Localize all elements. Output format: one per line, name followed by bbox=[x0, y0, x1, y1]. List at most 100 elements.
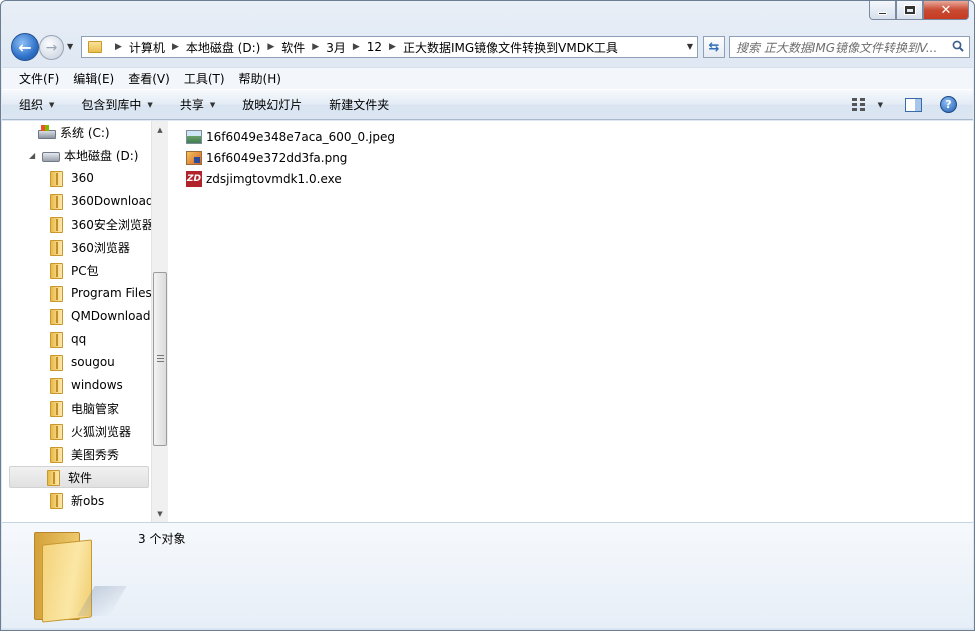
folder-icon bbox=[50, 239, 63, 256]
maximize-button[interactable] bbox=[896, 1, 923, 20]
tree-item-label: 软件 bbox=[68, 470, 93, 485]
recent-pages-dropdown[interactable]: ▼ bbox=[67, 42, 73, 51]
details-pane: 3 个对象 bbox=[2, 522, 973, 628]
scrollbar-thumb[interactable] bbox=[153, 272, 167, 446]
menu-help[interactable]: 帮助(H) bbox=[232, 70, 288, 87]
tree-item-folder[interactable]: PC包 bbox=[50, 259, 99, 281]
file-item-png[interactable]: 16f6049e372dd3fa.png bbox=[186, 147, 395, 168]
folder-icon bbox=[50, 331, 63, 348]
change-view-icon[interactable] bbox=[851, 97, 868, 112]
chevron-right-icon[interactable]: ▶ bbox=[172, 42, 179, 52]
share-label: 共享 bbox=[179, 98, 204, 112]
tree-item-label: 美图秀秀 bbox=[71, 447, 120, 462]
close-button[interactable]: ✕ bbox=[923, 1, 969, 20]
folder-icon bbox=[50, 308, 63, 325]
maximize-icon bbox=[904, 6, 915, 14]
breadcrumb-march[interactable]: 3月 bbox=[326, 39, 346, 56]
tree-item-label: Program Files bbox=[71, 286, 151, 300]
help-icon[interactable]: ? bbox=[940, 96, 957, 113]
tree-item-label: QMDownload bbox=[71, 309, 151, 323]
expanded-arrow-icon[interactable]: ◢ bbox=[29, 151, 37, 160]
tree-item-folder[interactable]: 美图秀秀 bbox=[50, 443, 119, 465]
tree-item-folder[interactable]: 360Download bbox=[50, 190, 151, 212]
tree-item-label: 本地磁盘 (D:) bbox=[64, 148, 139, 163]
address-bar[interactable]: ▶ 计算机 ▶ 本地磁盘 (D:) ▶ 软件 ▶ 3月 ▶ 12 ▶ 正大数据I… bbox=[81, 36, 698, 58]
tree-item-label: 360 bbox=[71, 171, 94, 185]
search-icon[interactable] bbox=[952, 40, 964, 52]
back-button[interactable]: ← bbox=[11, 33, 39, 61]
breadcrumb-current-folder[interactable]: 正大数据IMG镜像文件转换到VMDK工具 bbox=[403, 39, 618, 56]
tree-item-label: 系统 (C:) bbox=[60, 125, 110, 140]
address-dropdown[interactable]: ▼ bbox=[687, 42, 693, 51]
view-options-dropdown[interactable]: ▼ bbox=[878, 101, 883, 109]
tree-item-label: 电脑管家 bbox=[71, 401, 120, 416]
breadcrumb-software[interactable]: 软件 bbox=[281, 39, 305, 56]
minimize-button[interactable] bbox=[869, 1, 896, 20]
exe-icon: ZD bbox=[186, 170, 202, 187]
tree-item-label: 360安全浏览器 bbox=[71, 217, 151, 232]
command-bar: 组织 ▼ 包含到库中 ▼ 共享 ▼ 放映幻灯片 新建文件夹 ▼ ? bbox=[2, 89, 973, 120]
breadcrumb-12[interactable]: 12 bbox=[367, 40, 382, 54]
dropdown-arrow-icon: ▼ bbox=[147, 100, 153, 109]
file-item-jpeg[interactable]: 16f6049e348e7aca_600_0.jpeg bbox=[186, 126, 395, 147]
menu-edit[interactable]: 编辑(E) bbox=[66, 70, 121, 87]
organize-button[interactable]: 组织 ▼ bbox=[19, 96, 54, 113]
tree-item-folder[interactable]: 火狐浏览器 bbox=[50, 420, 131, 442]
tree-item-folder[interactable]: windows bbox=[50, 374, 123, 396]
navigation-bar: ← → ▼ ▶ 计算机 ▶ 本地磁盘 (D:) ▶ 软件 ▶ 3月 ▶ 12 ▶… bbox=[9, 33, 970, 61]
forward-button[interactable]: → bbox=[39, 35, 64, 60]
breadcrumb-computer[interactable]: 计算机 bbox=[129, 39, 165, 56]
tree-item-folder[interactable]: 电脑管家 bbox=[50, 397, 119, 419]
scroll-up-arrow-icon[interactable]: ▲ bbox=[152, 121, 168, 138]
menu-view[interactable]: 查看(V) bbox=[121, 70, 177, 87]
tree-item-folder[interactable]: 360安全浏览器 bbox=[50, 213, 151, 235]
menu-file[interactable]: 文件(F) bbox=[12, 70, 66, 87]
tree-item-folder[interactable]: 新obs bbox=[50, 489, 104, 511]
tree-item-folder[interactable]: sougou bbox=[50, 351, 115, 373]
tree-item-label: 火狐浏览器 bbox=[71, 424, 132, 439]
tree-item-folder[interactable]: Program Files bbox=[50, 282, 151, 304]
breadcrumb-drive-d[interactable]: 本地磁盘 (D:) bbox=[186, 39, 260, 56]
chevron-right-icon[interactable]: ▶ bbox=[353, 42, 360, 52]
refresh-button[interactable]: ⇆ bbox=[703, 36, 725, 58]
folder-icon bbox=[50, 170, 63, 187]
file-item-exe[interactable]: ZD zdsjimgtovmdk1.0.exe bbox=[186, 168, 395, 189]
chevron-right-icon[interactable]: ▶ bbox=[389, 42, 396, 52]
folder-icon bbox=[50, 216, 63, 233]
tree-item-label: 360浏览器 bbox=[71, 240, 130, 255]
new-folder-label: 新建文件夹 bbox=[329, 98, 390, 112]
minimize-icon bbox=[878, 11, 887, 15]
chevron-right-icon[interactable]: ▶ bbox=[312, 42, 319, 52]
menu-bar: 文件(F) 编辑(E) 查看(V) 工具(T) 帮助(H) bbox=[2, 67, 973, 89]
search-input[interactable]: 搜索 正大数据IMG镜像文件转换到V... bbox=[736, 39, 946, 56]
file-list: 16f6049e348e7aca_600_0.jpeg 16f6049e372d… bbox=[186, 126, 395, 189]
tree-item-folder[interactable]: 360 bbox=[50, 167, 94, 189]
menu-tools[interactable]: 工具(T) bbox=[177, 70, 232, 87]
caption-buttons: ✕ bbox=[869, 1, 969, 20]
tree-item-drive-d[interactable]: ◢ 本地磁盘 (D:) bbox=[29, 144, 138, 166]
tree-item-drive-c[interactable]: 系统 (C:) bbox=[38, 121, 110, 143]
tree-item-folder[interactable]: QMDownload bbox=[50, 305, 150, 327]
explorer-window: ✕ ← → ▼ ▶ 计算机 ▶ 本地磁盘 (D:) ▶ 软件 ▶ 3月 ▶ 12… bbox=[0, 0, 975, 631]
jpeg-icon bbox=[186, 129, 202, 144]
tree-item-folder-selected[interactable]: 软件 bbox=[9, 466, 149, 488]
png-icon bbox=[186, 150, 202, 165]
chevron-right-icon[interactable]: ▶ bbox=[115, 42, 122, 52]
tree-item-folder[interactable]: 360浏览器 bbox=[50, 236, 130, 258]
dropdown-arrow-icon: ▼ bbox=[209, 100, 216, 109]
new-folder-button[interactable]: 新建文件夹 bbox=[329, 96, 389, 113]
folder-icon bbox=[50, 354, 63, 371]
scroll-down-arrow-icon[interactable]: ▼ bbox=[152, 505, 168, 522]
close-icon: ✕ bbox=[940, 2, 952, 18]
tree-item-folder[interactable]: qq bbox=[50, 328, 86, 350]
chevron-right-icon[interactable]: ▶ bbox=[267, 42, 274, 52]
preview-pane-icon[interactable] bbox=[905, 97, 922, 112]
slideshow-button[interactable]: 放映幻灯片 bbox=[242, 96, 302, 113]
nav-scrollbar[interactable]: ▲ ▼ bbox=[151, 121, 168, 522]
search-box[interactable]: 搜索 正大数据IMG镜像文件转换到V... bbox=[729, 36, 970, 58]
folder-icon bbox=[50, 492, 63, 509]
share-button[interactable]: 共享 ▼ bbox=[180, 96, 215, 113]
file-name: zdsjimgtovmdk1.0.exe bbox=[206, 171, 342, 186]
grip-icon bbox=[157, 355, 164, 362]
include-library-button[interactable]: 包含到库中 ▼ bbox=[81, 96, 152, 113]
